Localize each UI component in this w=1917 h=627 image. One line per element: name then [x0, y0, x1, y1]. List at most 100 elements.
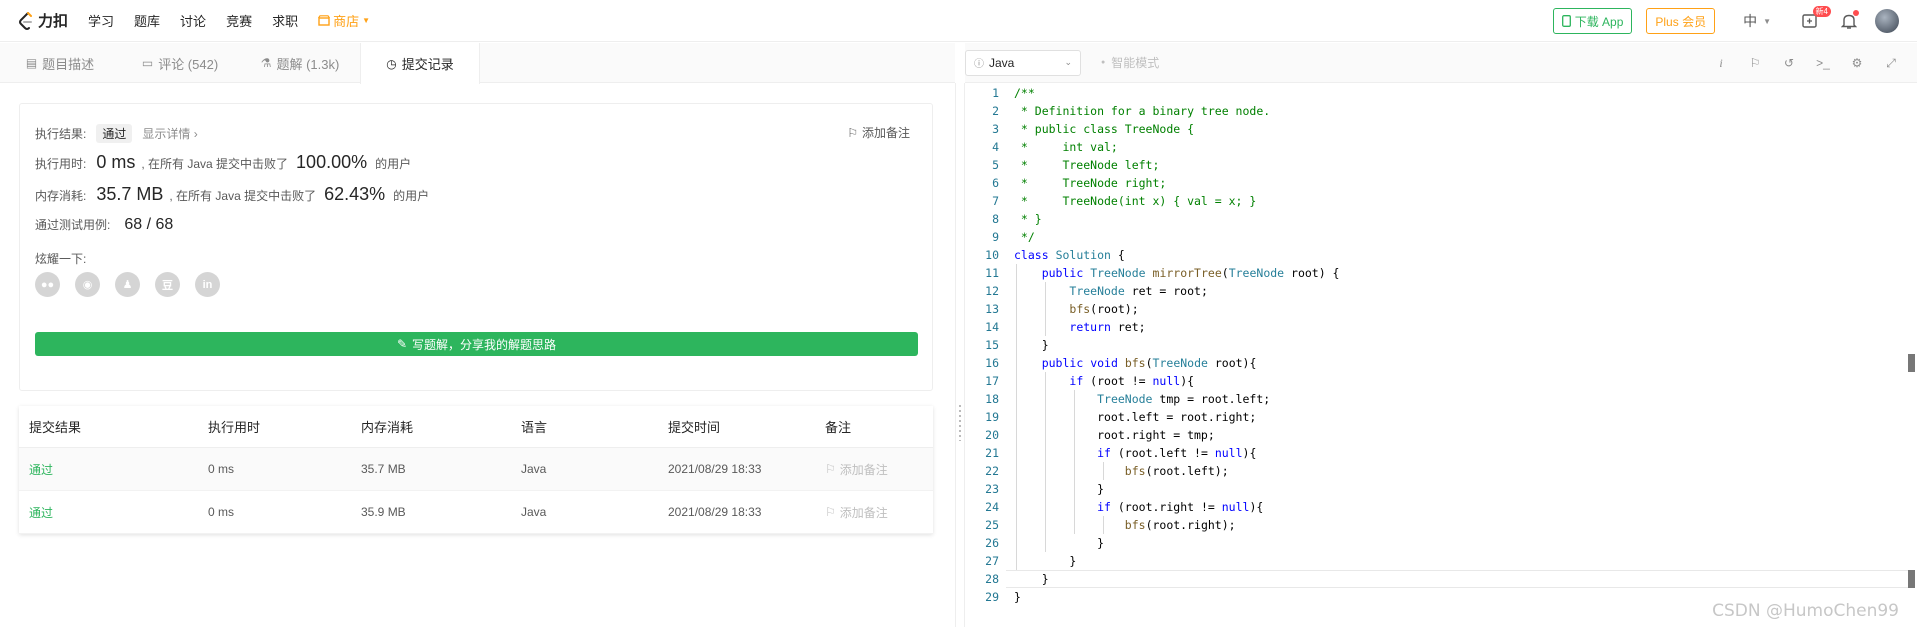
problem-tabs: ▤ 题目描述 ▭ 评论 (542) ⚗ 题解 (1.3k) ◷ 提交记录 [0, 43, 955, 84]
leetcode-logo[interactable]: 力扣 [18, 10, 68, 31]
nav-discuss[interactable]: 讨论 [180, 11, 206, 30]
submissions-table: 提交结果 执行用时 内存消耗 语言 提交时间 备注 通过 0 ms 35.7 M… [19, 406, 933, 534]
table-row[interactable]: 通过 0 ms 35.7 MB Java 2021/08/29 18:33 ⚐ … [19, 448, 933, 491]
code-text: } [1014, 482, 1105, 496]
line-number: 27 [985, 554, 999, 568]
row-add-note[interactable]: ⚐ 添加备注 [825, 461, 933, 478]
result-label: 执行结果: [35, 127, 87, 141]
code-text: * TreeNode right; [1014, 176, 1167, 190]
nav-contest[interactable]: 竞赛 [226, 11, 252, 30]
linkedin-icon[interactable]: in [195, 272, 220, 297]
smart-mode-label: 智能模式 [1111, 56, 1160, 70]
pencil-icon: ✎ [396, 337, 408, 351]
line-number: 7 [992, 194, 999, 208]
code-text: if (root.right != null){ [1097, 500, 1264, 514]
write-solution-button[interactable]: ✎ 写题解，分享我的解题思路 [35, 332, 918, 356]
tab-submissions[interactable]: ◷ 提交记录 [360, 43, 480, 84]
info-icon: ⓘ [974, 59, 984, 70]
header-note: 备注 [825, 420, 852, 435]
weibo-icon[interactable]: ◉ [75, 272, 100, 297]
row-memory: 35.7 MB [361, 462, 406, 476]
comment-icon: ▭ [141, 56, 154, 70]
write-solution-label: 写题解，分享我的解题思路 [412, 337, 557, 352]
douban-icon[interactable]: 豆 [155, 272, 180, 297]
line-number: 15 [985, 338, 999, 352]
header-language: 语言 [521, 420, 548, 435]
code-text: } [1014, 536, 1105, 550]
info-icon[interactable]: i [1713, 55, 1729, 71]
code-editor[interactable]: 1 /** 2 * Definition for a binary tree nod… [965, 84, 1917, 627]
tab-solutions-label: 题解 (1.3k) [276, 56, 340, 72]
row-status-link[interactable]: 通过 [19, 461, 208, 478]
share-icons: ●● ◉ ♟ 豆 in [35, 272, 220, 297]
scrollbar-marker[interactable] [1908, 354, 1915, 372]
tab-submissions-label: 提交记录 [401, 57, 454, 72]
contest-icon[interactable]: 新4 [1799, 6, 1831, 33]
bell-icon[interactable] [1837, 9, 1861, 33]
terminal-icon[interactable]: >_ [1815, 55, 1831, 71]
line-number: 10 [985, 248, 999, 262]
add-note-button[interactable]: ⚐ 添加备注 [847, 124, 910, 141]
language-switch[interactable]: 中 ▼ [1743, 11, 1771, 31]
plus-member-button[interactable]: Plus 会员 [1646, 8, 1716, 34]
code-text: bfs(root.right); [1124, 518, 1236, 532]
tab-comments-label: 评论 (542) [158, 56, 219, 72]
table-row[interactable]: 通过 0 ms 35.9 MB Java 2021/08/29 18:33 ⚐ … [19, 491, 933, 534]
tab-comments[interactable]: ▭ 评论 (542) [120, 43, 240, 83]
nav-shop[interactable]: 商店 ▼ [318, 11, 370, 30]
tab-description[interactable]: ▤ 题目描述 [0, 43, 120, 83]
notification-dot [1853, 10, 1859, 16]
runtime-label: 执行用时: [35, 157, 87, 171]
code-text: class Solution { [1014, 248, 1125, 262]
download-app-button[interactable]: 下载 App [1552, 8, 1633, 34]
runtime-value: 0 ms [96, 152, 136, 172]
header-time: 提交时间 [668, 420, 721, 435]
code-text: if (root.left != null){ [1097, 446, 1257, 460]
line-number: 28 [985, 572, 999, 586]
tab-solutions[interactable]: ⚗ 题解 (1.3k) [240, 43, 360, 83]
phone-icon [1561, 15, 1571, 27]
tests-row: 通过测试用例: 68 / 68 [35, 216, 179, 234]
panel-splitter[interactable] [955, 83, 965, 627]
nav-jobs[interactable]: 求职 [272, 11, 298, 30]
language-select[interactable]: ⓘ Java ⌄ [965, 49, 1081, 76]
code-text: * TreeNode left; [1014, 158, 1160, 172]
row-language: Java [521, 462, 547, 476]
qq-icon[interactable]: ♟ [115, 272, 140, 297]
contest-badge: 新4 [1812, 6, 1831, 17]
add-note-label: 添加备注 [861, 126, 910, 140]
code-text: /** [1014, 86, 1035, 100]
scrollbar-marker[interactable] [1908, 570, 1915, 588]
row-add-note[interactable]: ⚐ 添加备注 [825, 504, 933, 521]
language-select-value: ⓘ Java [974, 55, 1015, 71]
code-text: } [1014, 554, 1077, 568]
fullscreen-icon[interactable]: ⤢ [1883, 55, 1899, 71]
line-number: 29 [985, 590, 999, 604]
code-text: } [1014, 572, 1049, 586]
flag-icon: ⚐ [825, 505, 836, 519]
flag-icon[interactable]: ⚐ [1747, 55, 1763, 71]
wechat-icon[interactable]: ●● [35, 272, 60, 297]
row-language: Java [521, 505, 547, 519]
nav-learn[interactable]: 学习 [88, 11, 114, 30]
avatar[interactable] [1875, 9, 1899, 33]
line-number: 25 [985, 518, 999, 532]
language-select-label: Java [989, 55, 1015, 70]
row-status-link[interactable]: 通过 [19, 504, 208, 521]
show-details-link[interactable]: 显示详情 › [142, 125, 197, 142]
code-text: * Definition for a binary tree node. [1014, 104, 1271, 118]
reset-icon[interactable]: ↺ [1781, 55, 1797, 71]
line-number: 22 [985, 464, 999, 478]
line-number: 9 [992, 230, 999, 244]
line-number: 26 [985, 536, 999, 550]
description-icon: ▤ [25, 56, 38, 70]
nav-problems[interactable]: 题库 [134, 11, 160, 30]
top-navbar: 力扣 学习 题库 讨论 竞赛 求职 商店 ▼ 下载 App Plus 会员 中 … [0, 0, 1917, 42]
chevron-down-icon: ⌄ [1064, 57, 1072, 67]
logo-text: 力扣 [38, 13, 69, 30]
smart-mode-toggle[interactable]: ● 智能模式 [1101, 54, 1159, 71]
code-text: * public class TreeNode { [1014, 122, 1195, 136]
drag-handle-icon[interactable] [959, 405, 961, 441]
leetcode-logo-icon [19, 11, 32, 30]
settings-icon[interactable]: ⚙ [1849, 55, 1865, 71]
